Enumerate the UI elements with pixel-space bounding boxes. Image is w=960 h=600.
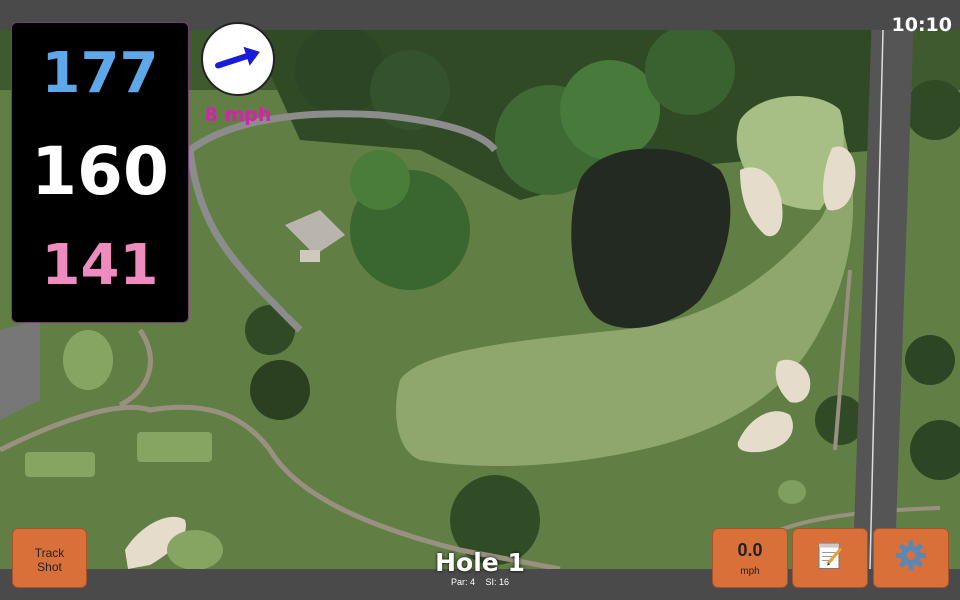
track-shot-label-line1: Track [34,546,65,560]
distance-panel: 177 160 141 [11,22,189,323]
clock: 10:10 [891,14,952,36]
par-label: Par: 4 [450,577,475,587]
gear-icon [895,540,927,577]
notes-button[interactable] [792,528,868,588]
hole-meta: Par: 4 SI: 16 [380,577,580,587]
center-distance: 160 [31,133,169,210]
stroke-index-label: SI: 16 [485,577,510,587]
speed-unit: mph [740,566,760,577]
shot-speed-button[interactable]: 0.0 mph [712,528,788,588]
front-distance: 141 [41,233,159,298]
settings-button[interactable] [873,528,949,588]
hole-title: Hole 1 [435,548,525,577]
back-distance: 177 [41,41,159,106]
notepad-icon [815,540,845,577]
track-shot-button[interactable]: Track Shot [12,528,87,588]
wind-direction-dial [201,22,275,96]
wind-speed-label: 8 mph [204,104,272,126]
speed-value: 0.0 [737,540,763,560]
arrow-right-icon [215,46,260,69]
track-shot-label-line2: Shot [37,560,62,574]
